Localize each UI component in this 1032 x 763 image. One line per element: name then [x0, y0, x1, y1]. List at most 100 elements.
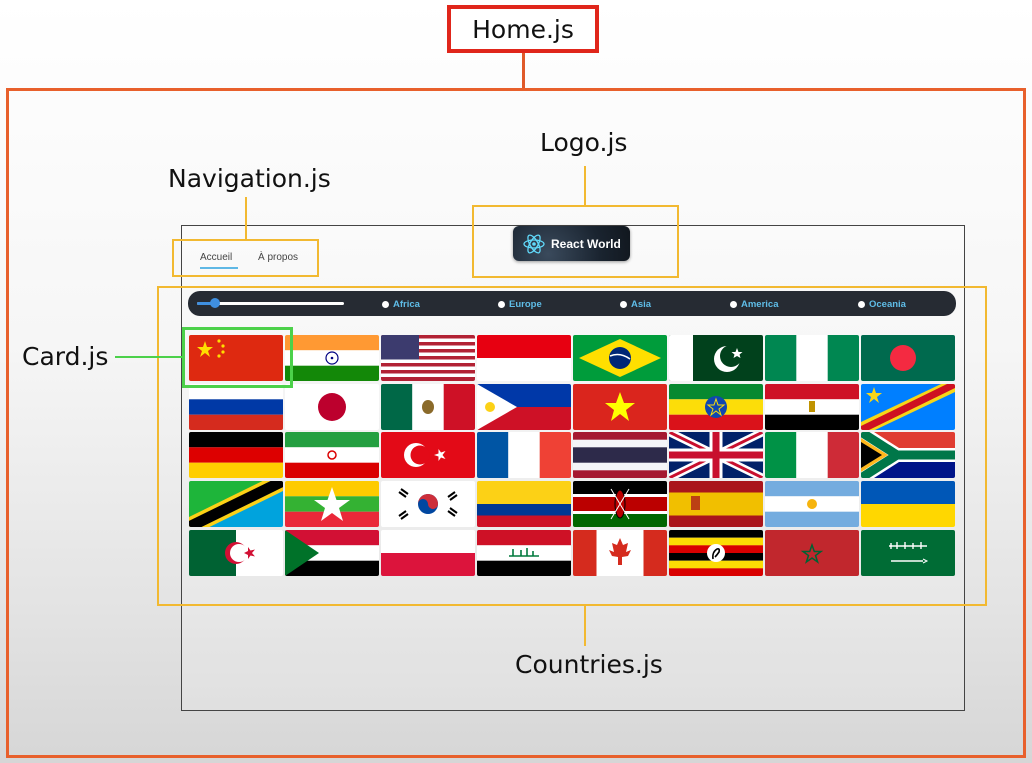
flag-card[interactable]	[669, 335, 763, 381]
flag-card[interactable]	[573, 530, 667, 576]
japan-flag-icon	[285, 384, 379, 430]
flag-card[interactable]	[477, 384, 571, 430]
radio-label-oceania: Oceania	[869, 299, 906, 310]
flag-card[interactable]	[573, 384, 667, 430]
radio-dot[interactable]	[730, 301, 737, 308]
south-africa-flag-icon	[861, 432, 955, 478]
flag-card[interactable]	[285, 335, 379, 381]
filter-bar: Africa Europe Asia America Oceania	[188, 291, 956, 316]
spain-flag-icon	[669, 481, 763, 527]
flag-card[interactable]	[765, 335, 859, 381]
pakistan-flag-icon	[669, 335, 763, 381]
flag-card[interactable]	[189, 384, 283, 430]
countries-connector-line	[584, 606, 586, 646]
flag-card[interactable]	[381, 481, 475, 527]
flag-card[interactable]	[861, 530, 955, 576]
flag-card[interactable]	[861, 432, 955, 478]
logo-connector-line	[584, 166, 586, 205]
saudi-arabia-flag-icon	[861, 530, 955, 576]
countries-grid	[189, 335, 955, 576]
card-connector-line	[115, 356, 182, 358]
flag-card[interactable]	[861, 384, 955, 430]
flag-card[interactable]	[477, 530, 571, 576]
flag-card[interactable]	[285, 432, 379, 478]
radio-africa[interactable]: Africa	[382, 299, 420, 310]
flag-card[interactable]	[765, 432, 859, 478]
argentina-flag-icon	[765, 481, 859, 527]
flag-card[interactable]	[189, 530, 283, 576]
nav-link-home[interactable]: Accueil	[200, 252, 232, 263]
flag-card[interactable]	[285, 384, 379, 430]
france-flag-icon	[477, 432, 571, 478]
flag-card[interactable]	[861, 481, 955, 527]
countries-js-label: Countries.js	[515, 650, 663, 679]
nav-link-about[interactable]: À propos	[258, 252, 298, 263]
morocco-flag-icon	[765, 530, 859, 576]
iraq-flag-icon	[477, 530, 571, 576]
uganda-flag-icon	[669, 530, 763, 576]
flag-card[interactable]	[669, 481, 763, 527]
flag-card[interactable]	[477, 481, 571, 527]
russia-flag-icon	[189, 384, 283, 430]
myanmar-flag-icon	[285, 481, 379, 527]
logo-js-label: Logo.js	[540, 128, 628, 157]
radio-dot[interactable]	[498, 301, 505, 308]
sudan-flag-icon	[285, 530, 379, 576]
radio-asia[interactable]: Asia	[620, 299, 651, 310]
algeria-flag-icon	[189, 530, 283, 576]
flag-card[interactable]	[669, 384, 763, 430]
tanzania-flag-icon	[189, 481, 283, 527]
flag-card[interactable]	[381, 432, 475, 478]
react-atom-icon	[523, 233, 545, 254]
flag-card[interactable]	[189, 432, 283, 478]
range-slider-thumb[interactable]	[209, 298, 220, 308]
brazil-flag-icon	[573, 335, 667, 381]
colombia-flag-icon	[477, 481, 571, 527]
logo-text: React World	[551, 236, 621, 251]
dr-congo-flag-icon	[861, 384, 955, 430]
kenya-flag-icon	[573, 481, 667, 527]
flag-card[interactable]	[669, 530, 763, 576]
flag-card[interactable]	[285, 530, 379, 576]
flag-card[interactable]	[765, 481, 859, 527]
navigation-connector-line	[245, 197, 247, 239]
flag-card[interactable]	[477, 432, 571, 478]
flag-card[interactable]	[573, 481, 667, 527]
flag-card[interactable]	[381, 384, 475, 430]
vietnam-flag-icon	[573, 384, 667, 430]
egypt-flag-icon	[765, 384, 859, 430]
nigeria-flag-icon	[765, 335, 859, 381]
card-box	[182, 327, 293, 388]
radio-dot[interactable]	[382, 301, 389, 308]
radio-label-asia: Asia	[631, 299, 652, 310]
home-js-label: Home.js	[472, 14, 574, 44]
italy-flag-icon	[765, 432, 859, 478]
flag-card[interactable]	[765, 384, 859, 430]
flag-card[interactable]	[573, 335, 667, 381]
navigation-js-label: Navigation.js	[168, 164, 331, 193]
radio-dot[interactable]	[858, 301, 865, 308]
radio-label-africa: Africa	[393, 299, 420, 310]
mexico-flag-icon	[381, 384, 475, 430]
radio-dot[interactable]	[620, 301, 627, 308]
flag-card[interactable]	[285, 481, 379, 527]
flag-card[interactable]	[477, 335, 571, 381]
flag-card[interactable]	[765, 530, 859, 576]
react-world-logo[interactable]: React World	[513, 226, 630, 261]
indonesia-flag-icon	[477, 335, 571, 381]
india-flag-icon	[285, 335, 379, 381]
iran-flag-icon	[285, 432, 379, 478]
flag-card[interactable]	[381, 530, 475, 576]
thailand-flag-icon	[573, 432, 667, 478]
flag-card[interactable]	[189, 481, 283, 527]
flag-card[interactable]	[573, 432, 667, 478]
uk-flag-icon	[669, 432, 763, 478]
radio-europe[interactable]: Europe	[498, 299, 542, 310]
flag-card[interactable]	[861, 335, 955, 381]
radio-oceania[interactable]: Oceania	[858, 299, 906, 310]
flag-card[interactable]	[669, 432, 763, 478]
radio-america[interactable]: America	[730, 299, 779, 310]
flag-card[interactable]	[381, 335, 475, 381]
radio-label-america: America	[741, 299, 779, 310]
card-js-label: Card.js	[22, 342, 109, 371]
